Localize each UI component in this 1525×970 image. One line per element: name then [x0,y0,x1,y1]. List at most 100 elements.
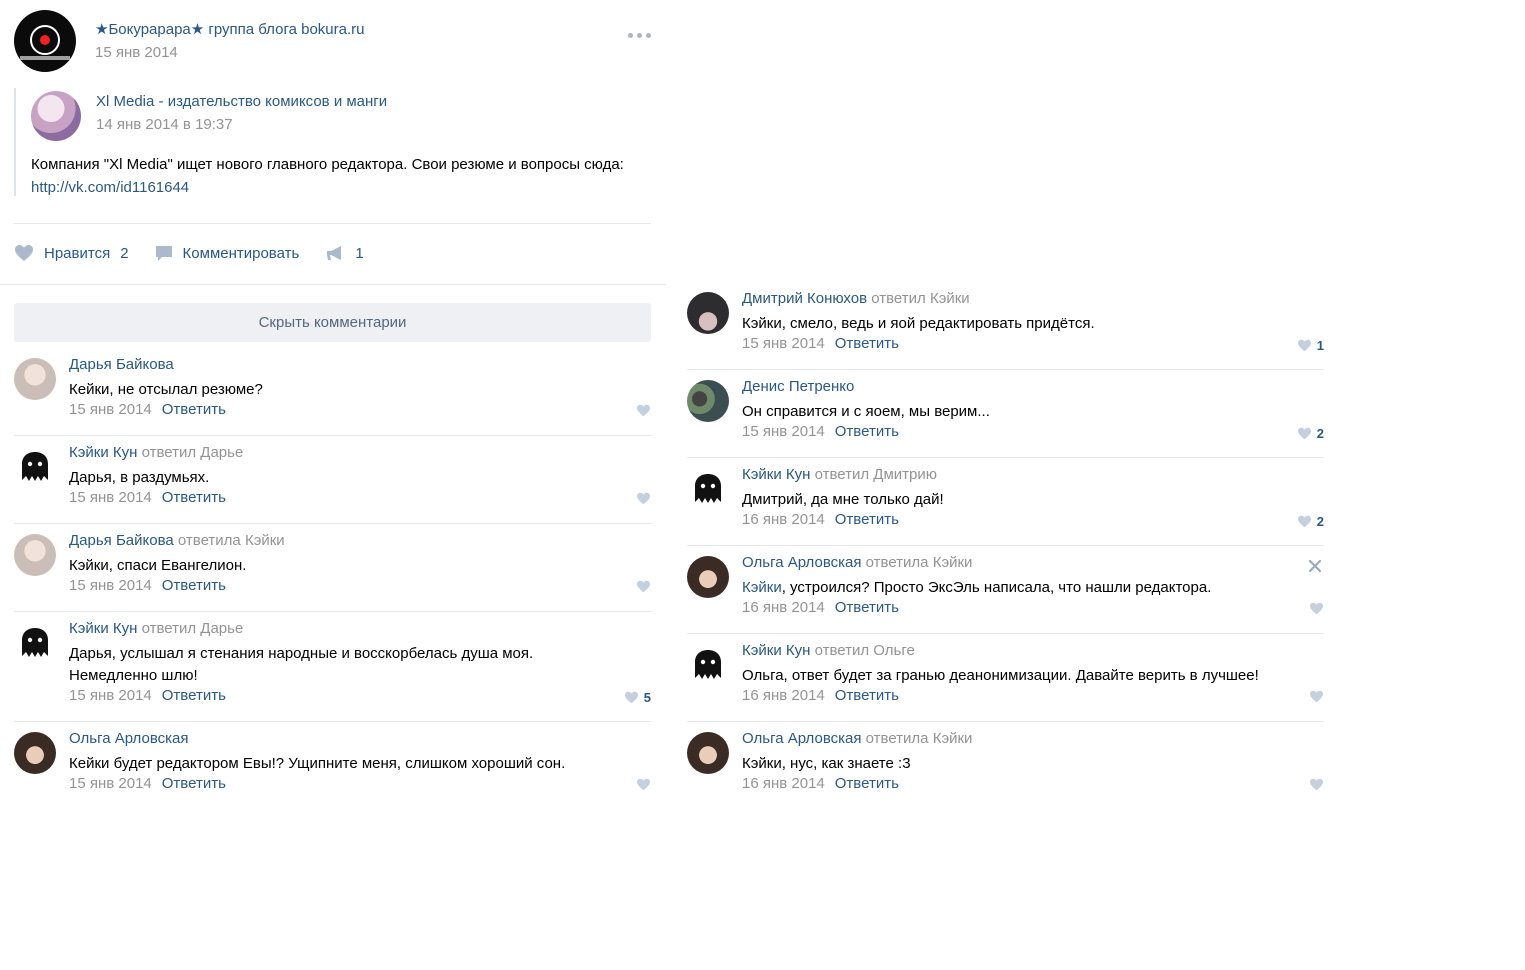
share-button[interactable]: 1 [325,244,364,262]
heart-icon [637,492,650,505]
close-icon[interactable] [1308,559,1322,573]
heart-icon [1310,690,1323,703]
comment-like-button[interactable] [636,492,651,505]
comment-author-link[interactable]: Дарья Байкова [69,356,174,373]
reply-button[interactable]: Ответить [835,423,899,440]
reply-button[interactable]: Ответить [162,489,226,506]
comment-like-button[interactable]: 2 [1297,426,1324,441]
repost-text: Компания "Xl Media" ищет нового главного… [31,153,641,199]
group-avatar[interactable] [14,10,76,72]
like-button[interactable]: Нравится 2 [14,244,129,262]
comment-date[interactable]: 16 янв 2014 [742,775,825,792]
ghost-avatar-icon [22,628,48,657]
comment-avatar[interactable] [687,556,729,598]
comment-avatar[interactable] [687,468,729,510]
heart-icon [1310,778,1323,791]
comment-author-link[interactable]: Денис Петренко [742,378,854,395]
heart-icon [1297,339,1311,352]
comment-meta: 15 янв 2014 Ответить [69,687,226,704]
comment-author-link[interactable]: Ольга Арловская [742,554,861,571]
comment-date[interactable]: 16 янв 2014 [742,511,825,528]
comment-like-button[interactable] [636,778,651,791]
comment-like-button[interactable]: 2 [1297,514,1324,529]
comment-avatar[interactable] [687,292,729,334]
comment-date[interactable]: 16 янв 2014 [742,599,825,616]
comment-date[interactable]: 15 янв 2014 [69,489,152,506]
reply-button[interactable]: Ответить [162,577,226,594]
reply-to-link[interactable]: Дмитрию [873,466,937,483]
comment-text-line: Дарья, услышал я стенания народные и вос… [69,645,534,662]
group-name-link[interactable]: ★Бокурарара★ группа блога bokura.ru [95,20,364,38]
mention-link[interactable]: Кэйки [742,579,782,596]
post-date[interactable]: 15 янв 2014 [95,44,178,61]
comment-author-link[interactable]: Дмитрий Конюхов [742,290,867,307]
comment-date[interactable]: 15 янв 2014 [742,423,825,440]
reply-to-link[interactable]: Кэйки [245,532,285,549]
comment-avatar[interactable] [14,622,56,664]
reply-button[interactable]: Ответить [835,687,899,704]
comment-like-button[interactable] [1309,778,1324,791]
comment-date[interactable]: 15 янв 2014 [69,775,152,792]
reply-to-link[interactable]: Кэйки [933,730,973,747]
reply-button[interactable]: Ответить [162,687,226,704]
comment-author-link[interactable]: Дарья Байкова [69,532,174,549]
comment-item: Ольга Арловская ответила Кэйки Кэйки, уст… [687,546,1324,634]
like-label: Нравится [44,244,111,262]
comment-author-link[interactable]: Кэйки Кун [742,642,810,659]
comment-avatar[interactable] [687,644,729,686]
reply-button[interactable]: Ответить [162,401,226,418]
comment-author-link[interactable]: Ольга Арловская [69,730,188,747]
comment-text: Кейки будет редактором Евы!? Ущипните ме… [69,753,565,775]
comment-item: Кэйки Кун ответил Дарье Дарья, услышал я … [14,612,651,722]
comment-avatar[interactable] [14,446,56,488]
comment-like-button[interactable] [636,404,651,417]
reply-button[interactable]: Ответить [835,775,899,792]
comment-text: Дарья, в раздумьях. [69,467,209,489]
comment-avatar[interactable] [14,358,56,400]
reply-to-link[interactable]: Дарье [200,444,243,461]
comment-date[interactable]: 15 янв 2014 [742,335,825,352]
comment-author-link[interactable]: Кэйки Кун [69,620,137,637]
comment-date[interactable]: 15 янв 2014 [69,687,152,704]
repost-author-link[interactable]: Xl Media - издательство комиксов и манги [96,93,387,110]
comment-date[interactable]: 16 янв 2014 [742,687,825,704]
comment-avatar[interactable] [14,732,56,774]
repost-link[interactable]: http://vk.com/id1161644 [31,179,189,196]
reply-button[interactable]: Ответить [835,511,899,528]
comment-like-button[interactable] [1309,602,1324,615]
comment-label: Комментировать [182,244,300,262]
comment-date[interactable]: 15 янв 2014 [69,577,152,594]
comment-like-button[interactable]: 5 [624,690,651,705]
comment-author-link[interactable]: Кэйки Кун [69,444,137,461]
comment-meta: 15 янв 2014 Ответить [742,335,899,352]
comment-header: Ольга Арловская ответила Кэйки [742,554,972,571]
comment-text-line: Дарья, в раздумьях. [69,469,210,486]
comment-like-button[interactable]: 1 [1297,338,1324,353]
share-count: 1 [355,244,364,262]
comment-avatar[interactable] [687,732,729,774]
heart-icon [15,245,33,261]
reply-to-link[interactable]: Ольге [873,642,915,659]
reply-button[interactable]: Ответить [162,775,226,792]
comment-text: Кэйки, смело, ведь и яой редактировать п… [742,313,1095,335]
comment-like-button[interactable] [636,580,651,593]
comment-date[interactable]: 15 янв 2014 [69,401,152,418]
comment-header: Кэйки Кун ответил Дмитрию [742,466,937,483]
reply-button[interactable]: Ответить [835,599,899,616]
repost-date[interactable]: 14 янв 2014 в 19:37 [96,116,233,133]
comment-avatar[interactable] [687,380,729,422]
comment-author-link[interactable]: Ольга Арловская [742,730,861,747]
reply-to-link[interactable]: Кэйки [930,290,970,307]
comment-avatar[interactable] [14,534,56,576]
more-horizontal-icon[interactable] [628,30,654,40]
reply-to-link[interactable]: Дарье [200,620,243,637]
reply-button[interactable]: Ответить [835,335,899,352]
comment-author-link[interactable]: Кэйки Кун [742,466,810,483]
comment-text-line: Дмитрий, да мне только дай! [742,491,944,508]
hide-comments-button[interactable]: Скрыть комментарии [14,303,651,342]
repost-author-avatar[interactable] [31,91,81,141]
comment-like-button[interactable] [1309,690,1324,703]
reply-to-link[interactable]: Кэйки [933,554,973,571]
logo-strip [20,56,70,60]
comment-button[interactable]: Комментировать [155,244,300,262]
